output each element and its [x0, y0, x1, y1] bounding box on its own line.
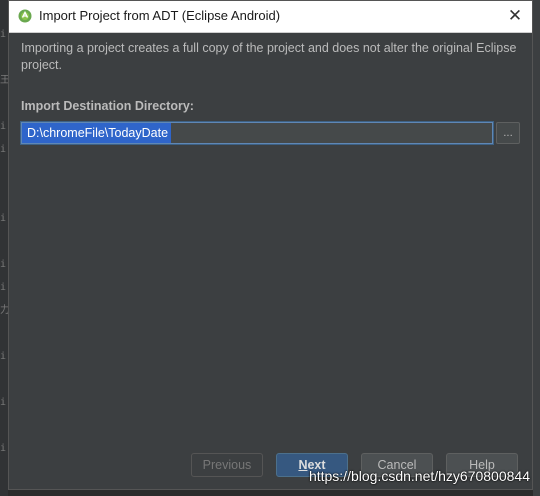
- destination-directory-input[interactable]: [21, 122, 493, 144]
- gutter-glyph: [0, 414, 8, 437]
- description-text: Importing a project creates a full copy …: [21, 41, 517, 72]
- gutter-glyph: i: [0, 213, 7, 224]
- help-button[interactable]: Help: [446, 453, 518, 477]
- gutter-glyph: i: [0, 144, 7, 155]
- browse-button[interactable]: ...: [496, 122, 520, 144]
- previous-button[interactable]: Previous: [191, 453, 263, 477]
- gutter-glyph: [0, 161, 8, 184]
- background-editor-gutter: i 王 i i i i i 力 i i i: [0, 0, 8, 496]
- android-studio-icon: [18, 9, 32, 23]
- title-bar[interactable]: Import Project from ADT (Eclipse Android…: [9, 1, 532, 33]
- destination-label: Import Destination Directory:: [21, 99, 194, 113]
- next-mnemonic: N: [298, 458, 308, 472]
- gutter-glyph: 力: [0, 305, 8, 316]
- gutter-glyph: [0, 92, 8, 115]
- gutter-glyph: [0, 46, 8, 69]
- gutter-glyph: [0, 322, 8, 345]
- gutter-glyph: 王: [0, 75, 8, 86]
- gutter-glyph: i: [0, 443, 7, 454]
- dialog-content: Importing a project creates a full copy …: [9, 33, 532, 489]
- gutter-glyph: [0, 0, 8, 23]
- gutter-glyph: i: [0, 397, 7, 408]
- gutter-glyph: [0, 230, 8, 253]
- background-editor-edge: [533, 0, 540, 496]
- gutter-glyph: i: [0, 259, 7, 270]
- gutter-glyph: i: [0, 351, 7, 362]
- next-label-rest: ext: [307, 458, 326, 472]
- gutter-glyph: [0, 184, 8, 207]
- close-icon[interactable]: ✕: [504, 5, 526, 27]
- import-dialog: Import Project from ADT (Eclipse Android…: [8, 0, 533, 490]
- gutter-glyph: i: [0, 282, 7, 293]
- gutter-glyph: [0, 368, 8, 391]
- gutter-glyph: i: [0, 29, 7, 40]
- gutter-glyph: i: [0, 121, 7, 132]
- next-button[interactable]: Next: [276, 453, 348, 477]
- window-title: Import Project from ADT (Eclipse Android…: [39, 8, 281, 23]
- cancel-button[interactable]: Cancel: [361, 453, 433, 477]
